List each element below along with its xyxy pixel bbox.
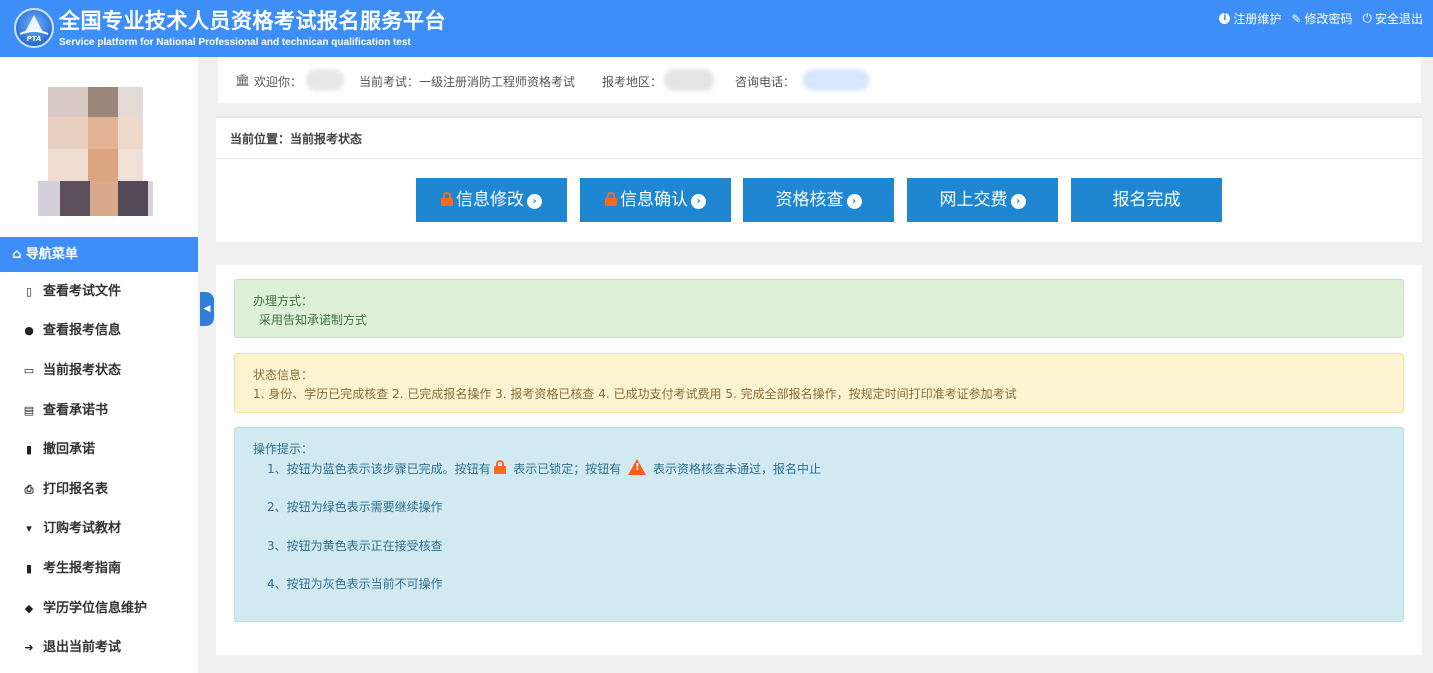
power-icon: ⏻ — [1362, 11, 1372, 25]
status-alert: 状态信息： 1. 身份、学历已完成核查 2. 已完成报名操作 3. 报考资格已核… — [234, 353, 1404, 413]
tip1-text-b: 表示已锁定；按钮有 — [513, 462, 622, 476]
status-text: 1. 身份、学历已完成核查 2. 已完成报名操作 3. 报考资格已核查 4. 已… — [253, 387, 1017, 401]
top-header: PTA 全国专业技术人员资格考试报名服务平台 Service platform … — [0, 0, 1433, 57]
redacted-region — [664, 69, 714, 91]
method-text: 采用告知承诺制方式 — [259, 313, 368, 327]
user-info-bar: 🏛 欢迎你： 当前考试：一级注册消防工程师资格考试 报考地区： 咨询电话： — [218, 57, 1421, 103]
sidebar-item-label: 查看考试文件 — [43, 284, 122, 299]
tip-line-4: 4、按钮为灰色表示当前不可操作 — [267, 577, 443, 591]
tip1-text-c: 表示资格核查未通过，报名中止 — [652, 462, 821, 476]
sidebar-item-label: 打印报名表 — [43, 482, 109, 497]
top-links: i 注册维护 ✎ 修改密码 ⏻ 安全退出 — [1219, 10, 1423, 27]
status-title: 状态信息： — [253, 368, 314, 382]
arrow-right-circle-icon: › — [691, 194, 706, 209]
sidebar-item-exit-exam[interactable]: ➜ 退出当前考试 — [0, 628, 198, 667]
sidebar-item-order-books[interactable]: ▾ 订购考试教材 — [0, 509, 198, 548]
step-button-label: 信息修改 — [456, 190, 524, 210]
lock-icon — [494, 460, 507, 474]
sidebar-collapse-toggle[interactable]: ◀ — [200, 292, 214, 326]
avatar — [38, 87, 153, 222]
step-button-label: 网上交费 — [939, 190, 1008, 210]
welcome-label: 欢迎你： — [254, 75, 303, 89]
step-button-label: 信息确认 — [620, 190, 688, 210]
book-icon: ▮ — [25, 443, 33, 456]
sidebar-item-label: 学历学位信息维护 — [43, 601, 148, 616]
sidebar-item-label: 考生报考指南 — [43, 561, 122, 576]
sidebar-item-label: 查看承诺书 — [43, 403, 109, 418]
home-icon: ⌂ — [12, 247, 22, 262]
sidebar-item-label: 当前报考状态 — [43, 363, 122, 378]
file-icon: ▯ — [25, 285, 33, 298]
tip1-text-a: 1、按钮为蓝色表示该步骤已完成。按钮有 — [267, 462, 491, 476]
info-circle-icon: i — [1219, 13, 1231, 24]
sign-out-icon: ➜ — [24, 641, 34, 654]
sidebar: ⌂ 导航菜单 ▯ 查看考试文件 ● 查看报考信息 ▭ 当前报考状态 ▤ 查看承诺书 ▮ 撤… — [0, 57, 198, 673]
sidebar-item-registration-info[interactable]: ● 查看报考信息 — [0, 311, 198, 350]
tip-line-3: 3、按钮为黄色表示正在接受核查 — [267, 539, 443, 553]
step-button-registration-complete[interactable]: 报名完成 — [1071, 178, 1222, 222]
sidebar-item-label: 撤回承诺 — [43, 442, 96, 457]
arrow-right-circle-icon: › — [846, 194, 862, 209]
change-password-link[interactable]: ✎ 修改密码 — [1291, 10, 1352, 27]
tip-line-1: 1、按钮为蓝色表示该步骤已完成。按钮有 表示已锁定；按钮有 ! 表示资格核查未通… — [267, 459, 821, 479]
redacted-name — [306, 69, 344, 91]
step-button-info-confirm[interactable]: 信息确认 › — [580, 178, 731, 222]
step-button-label: 报名完成 — [1112, 190, 1181, 210]
svg-text:PTA: PTA — [27, 35, 42, 43]
id-card-icon: ▤ — [23, 404, 35, 417]
monitor-icon: ▭ — [23, 364, 35, 377]
graduation-cap-icon: ◆ — [24, 602, 34, 615]
cart-icon: ▾ — [26, 522, 32, 535]
sidebar-item-current-status[interactable]: ▭ 当前报考状态 — [0, 351, 198, 390]
book-icon: ▮ — [25, 562, 33, 575]
chevron-left-icon: ◀ — [203, 304, 211, 314]
sidebar-item-withdraw-commitment[interactable]: ▮ 撤回承诺 — [0, 430, 198, 469]
print-icon: ⎙ — [24, 483, 34, 496]
info-circle-icon: ● — [24, 324, 34, 337]
bank-icon: 🏛 — [235, 73, 251, 87]
status-panel: 当前位置：当前报考状态 信息修改 › 信息确认 › 资格核查 › 网上交费 › 报名完成 — [216, 116, 1422, 242]
method-alert: 办理方式： 采用告知承诺制方式 — [234, 279, 1404, 338]
arrow-right-circle-icon: › — [1010, 194, 1026, 209]
region-label: 报考地区： — [602, 75, 663, 89]
content-panel: 办理方式： 采用告知承诺制方式 状态信息： 1. 身份、学历已完成核查 2. 已… — [216, 265, 1422, 655]
change-password-label: 修改密码 — [1304, 12, 1353, 26]
step-button-info-edit[interactable]: 信息修改 › — [416, 178, 567, 222]
phone-label: 咨询电话： — [735, 75, 796, 89]
redacted-phone — [803, 69, 869, 91]
logout-link[interactable]: ⏻ 安全退出 — [1362, 10, 1423, 27]
sidebar-item-label: 订购考试教材 — [43, 521, 122, 536]
tips-alert: 操作提示： 1、按钮为蓝色表示该步骤已完成。按钮有 表示已锁定；按钮有 ! 表示… — [234, 427, 1404, 622]
register-maintain-label: 注册维护 — [1233, 12, 1282, 26]
step-button-qualification-check[interactable]: 资格核查 › — [743, 178, 894, 222]
step-button-label: 资格核查 — [775, 190, 844, 210]
breadcrumb: 当前位置：当前报考状态 — [230, 132, 363, 146]
sidebar-item-exam-files[interactable]: ▯ 查看考试文件 — [0, 272, 198, 311]
nav-menu-title: 导航菜单 — [25, 247, 78, 262]
divider — [216, 158, 1422, 159]
pta-logo: PTA — [14, 8, 54, 48]
sidebar-item-guide[interactable]: ▮ 考生报考指南 — [0, 549, 198, 588]
logout-label: 安全退出 — [1374, 12, 1423, 26]
site-subtitle: Service platform for National Profession… — [59, 37, 411, 48]
warning-icon: ! — [628, 459, 647, 475]
edit-icon: ✎ — [1291, 11, 1302, 26]
method-title: 办理方式： — [253, 294, 314, 308]
arrow-right-circle-icon: › — [527, 194, 542, 209]
sidebar-item-degree-info[interactable]: ◆ 学历学位信息维护 — [0, 589, 198, 628]
register-maintain-link[interactable]: i 注册维护 — [1219, 10, 1281, 27]
sidebar-item-label: 退出当前考试 — [43, 640, 122, 655]
site-title: 全国专业技术人员资格考试报名服务平台 — [59, 9, 446, 33]
tip-line-2: 2、按钮为绿色表示需要继续操作 — [267, 500, 443, 514]
nav-menu-header: ⌂ 导航菜单 — [0, 237, 198, 272]
step-button-online-payment[interactable]: 网上交费 › — [907, 178, 1058, 222]
tips-title: 操作提示： — [253, 442, 314, 456]
current-exam-label: 当前考试：一级注册消防工程师资格考试 — [359, 75, 576, 89]
sidebar-item-print-form[interactable]: ⎙ 打印报名表 — [0, 470, 198, 509]
sidebar-item-label: 查看报考信息 — [43, 323, 122, 338]
lock-icon — [441, 192, 453, 206]
lock-icon — [605, 192, 617, 206]
sidebar-item-commitment[interactable]: ▤ 查看承诺书 — [0, 391, 198, 430]
